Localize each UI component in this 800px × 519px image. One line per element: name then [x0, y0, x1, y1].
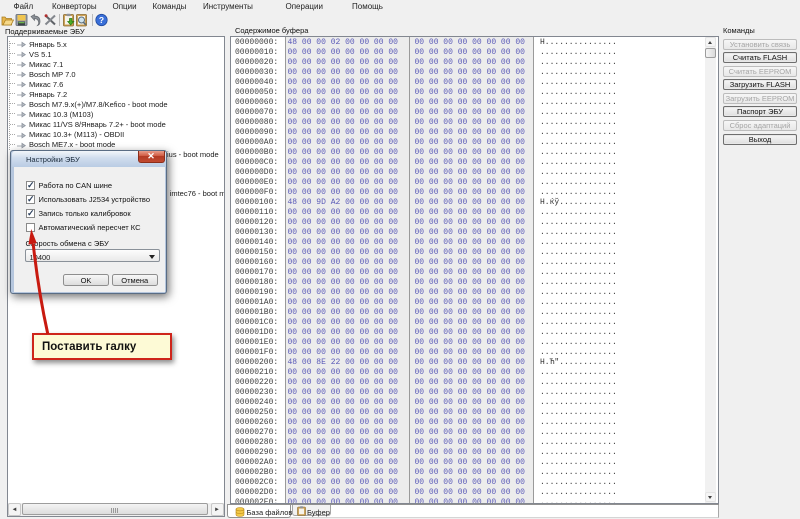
svg-text:?: ?: [99, 15, 104, 25]
